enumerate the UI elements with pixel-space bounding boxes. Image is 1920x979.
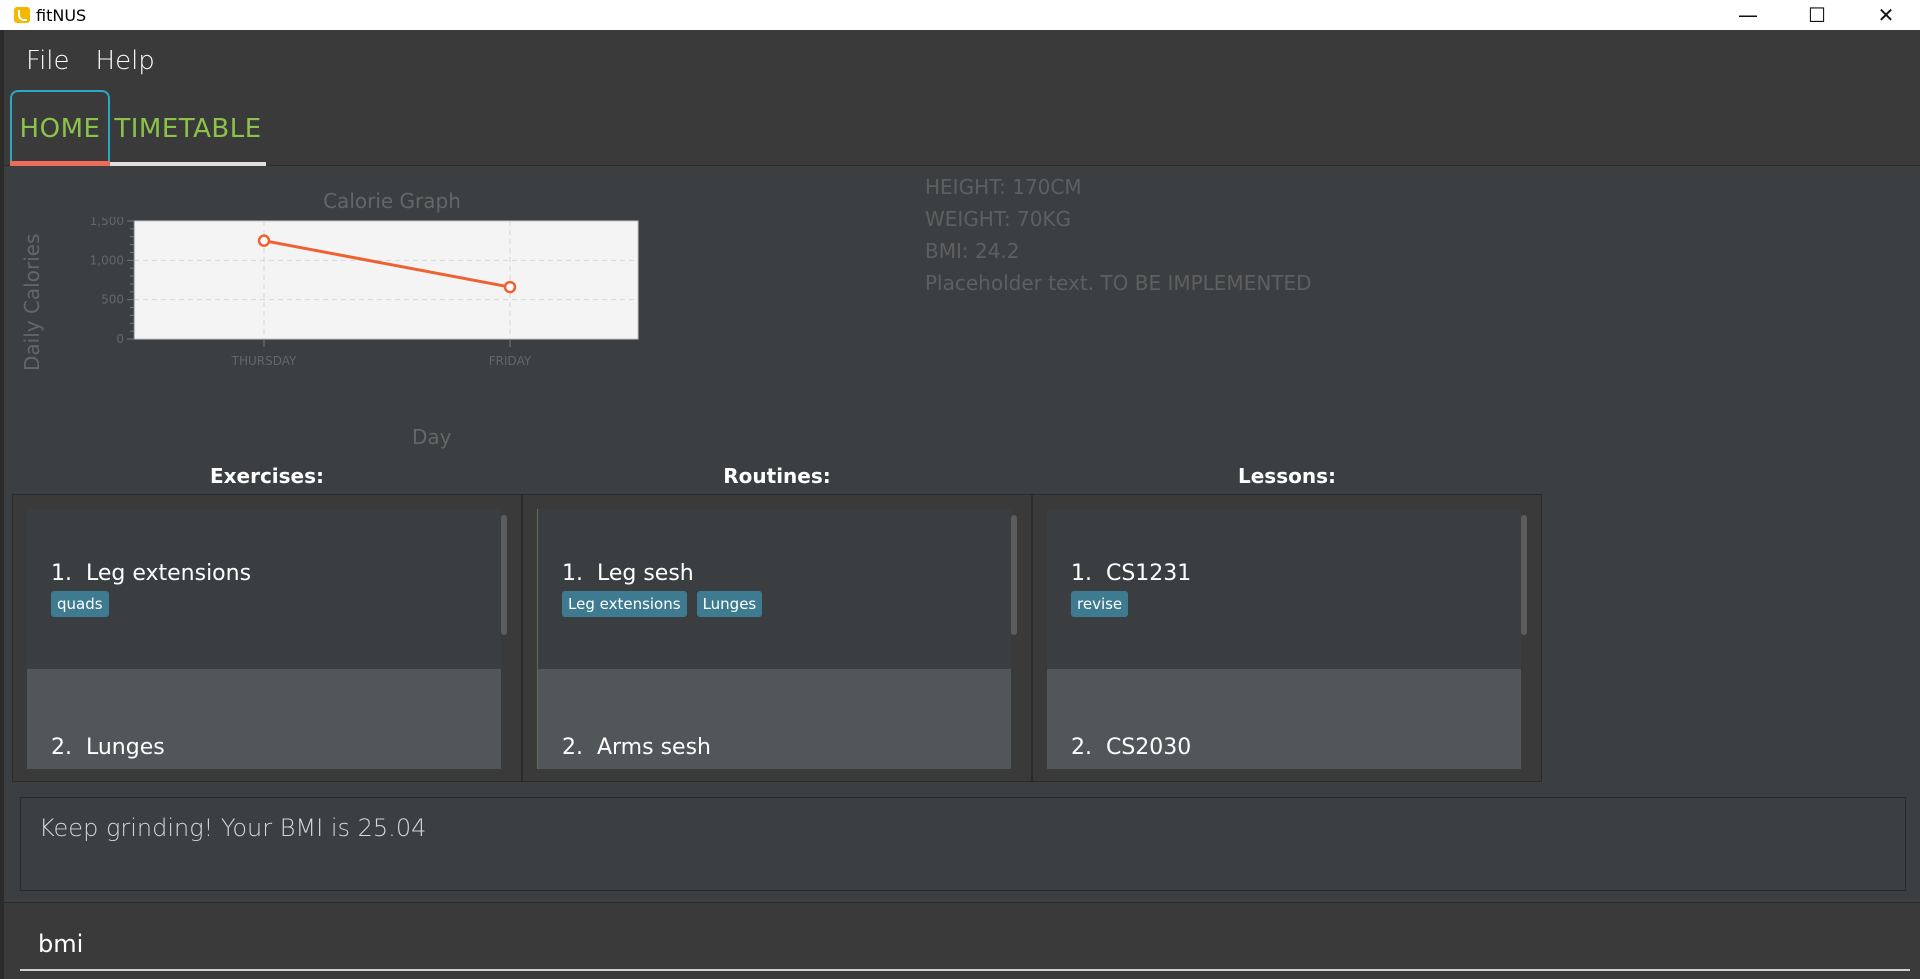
list-item[interactable]: 1. Leg sesh Leg extensions Lunges xyxy=(538,509,1011,669)
list-item[interactable]: 1. CS1231 revise xyxy=(1047,509,1521,669)
tab-timetable[interactable]: TIMETABLE xyxy=(110,90,266,166)
chart-data-point xyxy=(257,234,271,247)
chart-y-tick-label: 0 xyxy=(116,332,124,346)
list-item[interactable]: 1. Leg extensions quads xyxy=(27,509,501,669)
minimize-button[interactable]: — xyxy=(1713,0,1783,30)
chart-y-tick-label: 1,500 xyxy=(90,217,124,228)
command-box xyxy=(4,902,1920,979)
chart-plot: 0 500 1,000 1,500 THURSDAY FRIDAY xyxy=(90,217,639,368)
maximize-button[interactable]: ☐ xyxy=(1782,0,1852,30)
tag: Leg extensions xyxy=(562,591,687,617)
bmi-stat: BMI: 24.2 xyxy=(925,239,1020,263)
window-title: fitNUS xyxy=(36,5,87,25)
menu-file[interactable]: File xyxy=(26,46,70,76)
menu-help[interactable]: Help xyxy=(96,46,155,76)
tag: quads xyxy=(51,591,109,617)
chart-y-tick-label: 500 xyxy=(101,293,124,307)
chart-x-tick-label: FRIDAY xyxy=(489,354,532,368)
tab-home[interactable]: HOME xyxy=(10,90,110,166)
list-item-title: 1. CS1231 xyxy=(1071,561,1192,586)
routines-list[interactable]: 1. Leg sesh Leg extensions Lunges 2. Arm… xyxy=(522,494,1032,782)
close-button[interactable]: ✕ xyxy=(1851,0,1920,30)
chart-x-tick-label: THURSDAY xyxy=(231,354,297,368)
chart-x-axis-label: Day xyxy=(412,425,452,449)
placeholder-stat: Placeholder text. TO BE IMPLEMENTED xyxy=(925,271,1312,295)
exercises-title: Exercises: xyxy=(209,464,325,488)
tag: Lunges xyxy=(696,591,763,617)
tab-bar: HOME TIMETABLE xyxy=(4,90,1920,166)
chart-plot-area xyxy=(133,220,639,340)
scrollbar[interactable] xyxy=(1521,515,1527,635)
list-item[interactable]: 2. CS2030 xyxy=(1047,669,1521,769)
exercises-list[interactable]: 1. Leg extensions quads 2. Lunges xyxy=(12,494,522,782)
chart-data-point xyxy=(503,280,517,294)
command-input[interactable] xyxy=(20,919,1910,971)
result-display: Keep grinding! Your BMI is 25.04 xyxy=(20,797,1906,891)
user-stats: HEIGHT: 170CM WEIGHT: 70KG BMI: 24.2 Pla… xyxy=(925,171,1312,299)
list-item-title: 2. Arms sesh xyxy=(562,735,711,760)
routines-title: Routines: xyxy=(723,464,831,488)
list-item-title: 1. Leg sesh xyxy=(562,561,694,586)
list-item-title: 2. CS2030 xyxy=(1071,735,1192,760)
scrollbar[interactable] xyxy=(501,515,507,635)
list-item[interactable]: 2. Lunges xyxy=(27,669,501,769)
bicep-app-icon xyxy=(14,7,30,23)
list-item-title: 2. Lunges xyxy=(51,735,165,760)
home-view: Calorie Graph Daily Calories Day 0 500 1,0… xyxy=(4,167,1920,785)
chart-y-tick-label: 1,000 xyxy=(90,253,124,267)
menu-bar: File Help xyxy=(4,30,1920,92)
lessons-title: Lessons: xyxy=(1238,464,1336,488)
title-bar: fitNUS — ☐ ✕ xyxy=(0,0,1920,30)
list-item-title: 1. Leg extensions xyxy=(51,561,252,586)
chart-title: Calorie Graph xyxy=(323,189,461,213)
weight-stat: WEIGHT: 70KG xyxy=(925,207,1072,231)
calorie-chart: Calorie Graph Daily Calories Day 0 500 1,0… xyxy=(12,177,772,457)
scrollbar[interactable] xyxy=(1011,515,1017,635)
lessons-list[interactable]: 1. CS1231 revise 2. CS2030 xyxy=(1032,494,1542,782)
result-text: Keep grinding! Your BMI is 25.04 xyxy=(39,814,427,842)
tag: revise xyxy=(1071,591,1129,617)
chart-y-axis-label: Daily Calories xyxy=(20,233,44,371)
height-stat: HEIGHT: 170CM xyxy=(925,175,1082,199)
list-item[interactable]: 2. Arms sesh xyxy=(538,669,1011,769)
